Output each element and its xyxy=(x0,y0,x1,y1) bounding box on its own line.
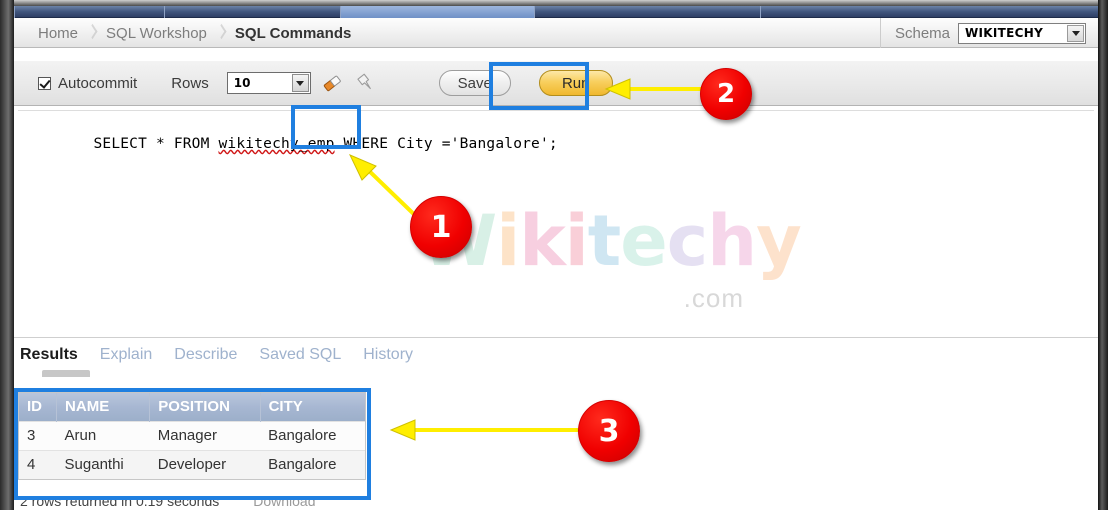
breadcrumb-item-home[interactable]: Home xyxy=(30,25,86,42)
autocommit-label: Autocommit xyxy=(58,74,138,92)
sql-commands-window: Home SQL Workshop SQL Commands Schema WI… xyxy=(0,0,1108,510)
rows-select-value: 10 xyxy=(233,76,251,90)
cell-id: 4 xyxy=(19,450,57,479)
tab-explain[interactable]: Explain xyxy=(100,346,152,364)
column-header-id[interactable]: ID xyxy=(19,393,58,422)
breadcrumb-bar: Home SQL Workshop SQL Commands Schema WI… xyxy=(14,18,1098,48)
schema-select-value: WIKITECHY xyxy=(965,26,1044,40)
save-button[interactable]: Save xyxy=(438,70,511,96)
column-header-name[interactable]: NAME xyxy=(56,393,151,422)
tab-saved-sql[interactable]: Saved SQL xyxy=(259,346,341,364)
results-tabbar: Results Explain Describe Saved SQL Histo… xyxy=(14,340,1098,377)
breadcrumb-item-sql-workshop[interactable]: SQL Workshop xyxy=(98,25,215,42)
run-button[interactable]: Run xyxy=(538,70,613,96)
cell-position: Developer xyxy=(149,450,261,479)
nav-segment-2[interactable] xyxy=(164,6,340,18)
callout-badge-1: 1 xyxy=(410,196,472,258)
rows-select[interactable]: 10 xyxy=(226,72,311,94)
results-status-bar: 2 rows returned in 0.19 seconds Download xyxy=(14,492,1098,510)
chevron-right-icon xyxy=(86,26,98,40)
results-grid: ID NAME POSITION CITY 3 Arun Manager Ban… xyxy=(18,392,366,480)
cell-name: Suganthi xyxy=(56,450,150,479)
sql-segment-select: SELECT * FROM xyxy=(93,136,219,152)
tab-results[interactable]: Results xyxy=(20,346,78,364)
callout-badge-3: 3 xyxy=(578,400,640,462)
rows-label: Rows xyxy=(171,74,209,92)
results-tabs: Results Explain Describe Saved SQL Histo… xyxy=(20,346,413,364)
rows-returned-status: 2 rows returned in 0.19 seconds xyxy=(20,493,220,509)
autocommit-checkbox[interactable] xyxy=(38,76,51,90)
schema-select[interactable]: WIKITECHY xyxy=(958,22,1086,44)
sql-statement: SELECT * FROM wikitechy_emp WHERE City =… xyxy=(22,120,558,168)
sql-editor-surface[interactable]: SELECT * FROM wikitechy_emp WHERE City =… xyxy=(18,110,1094,333)
column-header-city[interactable]: CITY xyxy=(260,393,365,422)
nav-segment-5[interactable] xyxy=(760,6,870,18)
cell-id: 3 xyxy=(19,421,57,451)
table-header-row: ID NAME POSITION CITY xyxy=(19,393,365,422)
breadcrumb: Home SQL Workshop SQL Commands xyxy=(30,18,359,48)
table-row[interactable]: 3 Arun Manager Bangalore xyxy=(19,421,365,451)
chevron-right-icon xyxy=(215,26,227,40)
chevron-down-icon[interactable] xyxy=(1067,24,1084,42)
window-frame-left xyxy=(0,0,14,510)
schema-selector-group: Schema WIKITECHY xyxy=(879,18,1086,48)
cell-city: Bangalore xyxy=(260,450,365,479)
column-header-position[interactable]: POSITION xyxy=(149,393,261,422)
sql-segment-where: WHERE xyxy=(343,136,389,152)
window-frame-right xyxy=(1098,0,1108,510)
cell-city: Bangalore xyxy=(260,421,365,451)
chevron-down-icon[interactable] xyxy=(291,74,309,92)
breadcrumb-item-sql-commands: SQL Commands xyxy=(234,24,352,42)
table-row[interactable]: 4 Suganthi Developer Bangalore xyxy=(19,450,365,479)
tab-describe[interactable]: Describe xyxy=(174,346,237,364)
top-navigation-strip[interactable] xyxy=(14,6,1098,18)
sql-segment-space xyxy=(335,136,344,152)
schema-label: Schema xyxy=(894,24,950,42)
nav-segment-1[interactable] xyxy=(14,6,164,18)
eraser-icon[interactable] xyxy=(319,70,345,96)
tab-history[interactable]: History xyxy=(363,346,413,364)
nav-segment-active[interactable] xyxy=(340,6,534,18)
download-link[interactable]: Download xyxy=(253,493,315,509)
nav-segment-4[interactable] xyxy=(534,6,760,18)
cell-name: Arun xyxy=(56,421,150,451)
callout-arrow-3 xyxy=(389,419,579,441)
sql-editor[interactable]: SELECT * FROM wikitechy_emp WHERE City =… xyxy=(14,106,1098,338)
callout-badge-2: 2 xyxy=(700,68,752,120)
sql-segment-condition: City ='Bangalore'; xyxy=(388,136,558,152)
editor-toolbar: Autocommit Rows 10 Save Run xyxy=(14,60,1098,106)
highlighter-icon[interactable] xyxy=(353,70,379,96)
active-tab-indicator xyxy=(42,370,90,377)
cell-position: Manager xyxy=(149,421,261,451)
results-table: ID NAME POSITION CITY 3 Arun Manager Ban… xyxy=(19,393,365,479)
sql-segment-table: wikitechy_emp xyxy=(218,136,335,152)
